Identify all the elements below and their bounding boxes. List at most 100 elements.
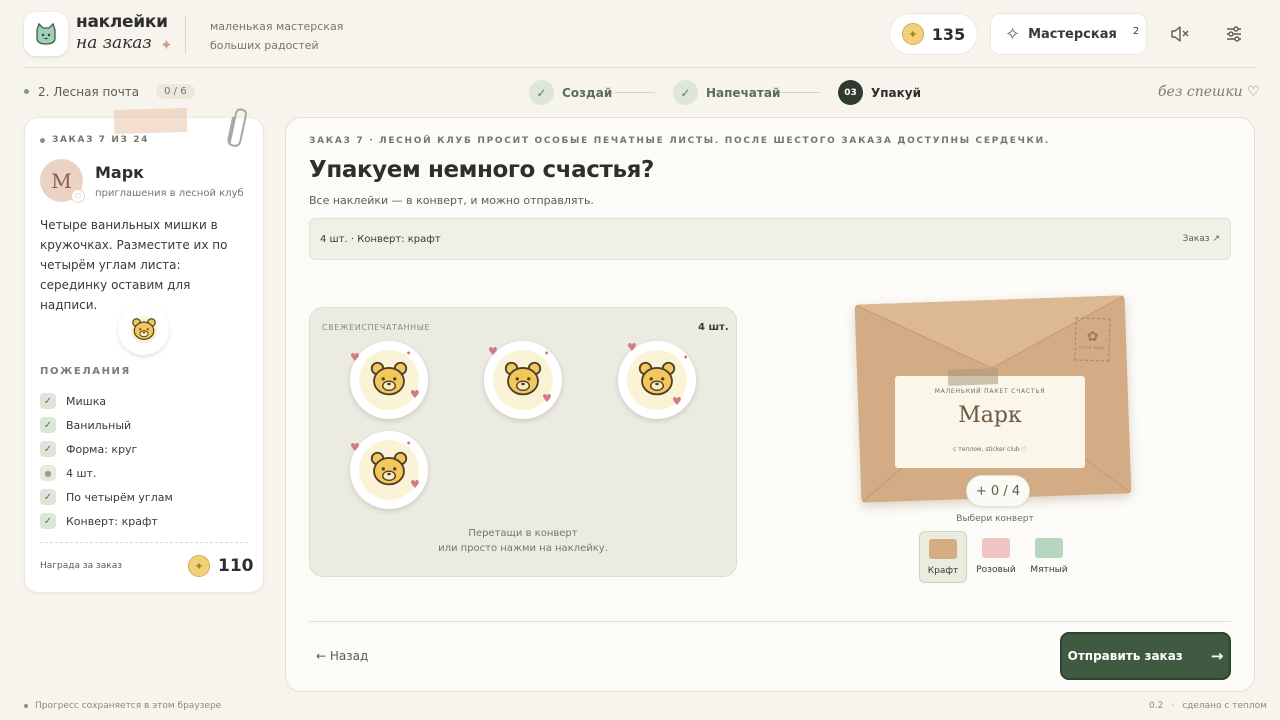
heart-icon: ● <box>407 440 411 445</box>
reward-value: 110 <box>218 556 254 576</box>
order-summary-strip: 4 шт. · Конверт: крафт Заказ ↗ <box>309 218 1231 260</box>
back-button[interactable]: ← Назад <box>316 649 368 663</box>
card-divider <box>40 542 248 543</box>
coin-icon: ✦ <box>901 23 924 45</box>
step-connector <box>780 92 820 93</box>
bear-icon <box>504 361 542 396</box>
chapter-indicator: 2. Лесная почта 0 / 6 <box>24 84 195 99</box>
wish-label: Мишка <box>66 394 107 408</box>
wish-item: ● 4 шт. <box>40 461 173 485</box>
tray-count: 4 шт. <box>698 322 729 333</box>
check-icon: ✓ <box>673 80 698 105</box>
customer-subtitle: приглашения в лесной клуб <box>95 188 244 199</box>
wish-item: ✓ По четырём углам <box>40 485 173 509</box>
workshop-label: Мастерская <box>1028 26 1117 42</box>
bear-icon <box>370 361 408 396</box>
save-status: Прогресс сохраняется в этом браузере <box>24 701 221 711</box>
step-label: Создай <box>562 85 613 100</box>
send-label: Отправить заказ <box>1067 649 1183 663</box>
order-description: ЗАКАЗ 7 · ЛЕСНОЙ КЛУБ ПРОСИТ ОСОБЫЕ ПЕЧА… <box>309 136 1050 146</box>
heart-icon: ● <box>407 350 411 355</box>
envelope-option-mint[interactable]: Мятный <box>1025 531 1073 583</box>
logo-subtitle: на заказ <box>76 33 152 53</box>
dot-icon <box>24 89 29 94</box>
heart-icon: ♥ <box>350 351 360 364</box>
chapter-title: 2. Лесная почта <box>38 84 140 99</box>
swatch <box>1035 538 1063 558</box>
heart-icon: ♥ <box>488 345 498 358</box>
check-icon: ✓ <box>529 80 554 105</box>
check-icon: ✓ <box>40 489 56 505</box>
heart-icon: ♥ <box>350 441 360 454</box>
step-create[interactable]: ✓ Создай <box>529 80 612 105</box>
order-link[interactable]: Заказ ↗ <box>1183 234 1220 244</box>
send-order-button[interactable]: Отправить заказ → <box>1060 632 1231 680</box>
wish-label: Ванильный <box>66 418 132 432</box>
version-info: 0.2 · сделано с теплом <box>1149 701 1267 711</box>
step-connector <box>615 92 655 93</box>
heart-icon: ♥ <box>672 395 682 408</box>
heart-icon: ♥ <box>542 392 552 405</box>
envelope-option-label: Розовый <box>976 565 1016 575</box>
wish-label: По четырём углам <box>66 490 173 504</box>
heart-icon: ♥ <box>410 478 420 491</box>
wish-label: Конверт: крафт <box>66 514 158 528</box>
version: 0.2 <box>1149 701 1164 711</box>
sticker-item[interactable] <box>350 341 428 419</box>
settings-button[interactable] <box>1222 22 1246 46</box>
settings-sliders-icon <box>1227 26 1241 42</box>
order-summary: 4 шт. · Конверт: крафт <box>320 233 441 245</box>
heart-icon: ● <box>545 350 549 355</box>
step-label: Упакуй <box>871 85 922 100</box>
heart-icon: ♥ <box>410 388 420 401</box>
reward-amount: ✦ 110 <box>188 555 254 577</box>
packed-counter: + 0 / 4 <box>966 475 1030 507</box>
envelope-option-label: Мятный <box>1030 565 1068 575</box>
hint-line-1: Перетащи в конверт <box>468 528 578 539</box>
coin-icon: ✦ <box>188 555 210 577</box>
dot-icon <box>40 137 45 143</box>
envelope-label-footer: с теплом, sticker club ♡ <box>953 446 1027 453</box>
tagline: маленькая мастерская больших радостей <box>210 17 343 55</box>
envelope-option-pink[interactable]: Розовый <box>972 531 1020 583</box>
stamp-text: LOVE MAIL <box>1079 344 1106 350</box>
drag-hint: Перетащи в конверт или просто нажми на н… <box>400 526 646 556</box>
wish-item: ✓ Ванильный <box>40 413 173 437</box>
customer-name: Марк <box>95 163 145 182</box>
logo-badge[interactable] <box>24 12 68 56</box>
step-pack[interactable]: 03 Упакуй <box>838 80 921 105</box>
wish-label: Форма: круг <box>66 442 138 456</box>
dot-icon <box>24 704 28 708</box>
envelope-option-kraft[interactable]: Крафт <box>919 531 967 583</box>
step-print[interactable]: ✓ Напечатай <box>673 80 780 105</box>
separator: · <box>1171 701 1175 711</box>
slow-mode-toggle[interactable]: без спешки ♡ <box>1158 84 1260 100</box>
heart-icon: ♥ <box>627 341 637 354</box>
cat-logo-icon <box>36 22 56 45</box>
sparkle-star-icon: ✧ <box>1005 23 1021 45</box>
mute-button[interactable] <box>1168 22 1192 46</box>
envelope-chooser-label: Выбери конверт <box>956 514 1034 524</box>
envelope-option-label: Крафт <box>927 566 959 576</box>
sticker-item[interactable] <box>350 431 428 509</box>
mute-icon <box>1171 26 1189 42</box>
arrow-right-icon: → <box>1210 647 1224 665</box>
order-number-label: ЗАКАЗ 7 ИЗ 24 <box>52 135 149 145</box>
header-divider <box>185 16 186 54</box>
workshop-badge: 2 <box>1132 25 1140 37</box>
tape-decoration <box>947 368 999 386</box>
stamp-icon: ✿ LOVE MAIL <box>1074 317 1111 362</box>
chapter-progress: 0 / 6 <box>156 84 195 99</box>
step-number: 03 <box>838 80 863 105</box>
bear-icon <box>370 451 408 486</box>
workshop-button[interactable]: ✧ Мастерская 2 <box>990 13 1147 55</box>
envelope-label-caption: МАЛЕНЬКИЙ ПАКЕТ СЧАСТЬЯ <box>934 388 1046 395</box>
wishes-list: ✓ Мишка ✓ Ванильный ✓ Форма: круг ● 4 шт. ✓ П… <box>40 389 173 533</box>
hint-line-2: или просто нажми на наклейку. <box>438 543 608 554</box>
check-icon: ✓ <box>40 441 56 457</box>
step-label: Напечатай <box>706 85 781 100</box>
page-title: Упакуем немного счастья? <box>309 157 654 183</box>
sparkle-icon: ✦ <box>160 36 173 54</box>
check-icon: ✓ <box>40 417 56 433</box>
paperclip-icon <box>226 106 248 154</box>
